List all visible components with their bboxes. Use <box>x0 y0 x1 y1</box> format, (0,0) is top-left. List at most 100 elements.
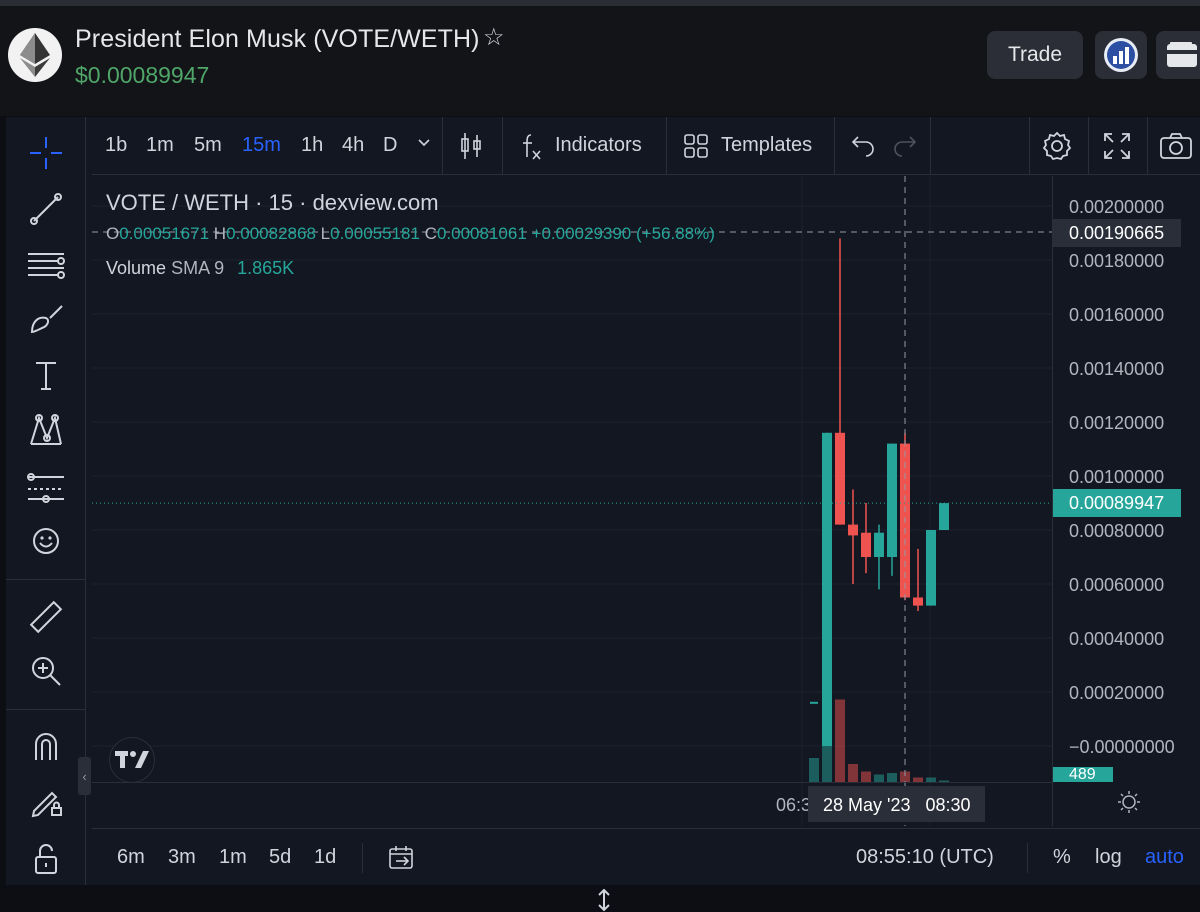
brush-icon[interactable] <box>26 300 66 340</box>
unlock-icon[interactable] <box>26 839 66 879</box>
volume-bar <box>848 764 858 782</box>
open-value: 0.00051671 <box>119 224 210 243</box>
candle-body <box>835 432 845 525</box>
chart-toolbar: 1b 1m 5m 15m 1h 4h D Indicators Template… <box>92 117 1200 175</box>
candle-body <box>887 443 897 557</box>
fx-icon[interactable] <box>519 131 543 167</box>
templates-button[interactable]: Templates <box>721 134 812 157</box>
resize-footer <box>0 886 1200 912</box>
toolbar-divider <box>362 843 363 873</box>
collapse-toolbar-button[interactable]: ‹ <box>78 757 91 795</box>
volume-bar <box>874 774 884 782</box>
toolbar-divider <box>502 117 503 175</box>
open-label: O <box>106 224 120 243</box>
tradingview-logo-icon[interactable] <box>109 737 155 783</box>
toolbar-divider <box>666 117 667 175</box>
interval-5m[interactable]: 5m <box>194 134 222 157</box>
price-axis[interactable]: 0.00200000 0.00180000 0.00160000 0.00140… <box>1052 176 1200 826</box>
low-value: 0.00055181 <box>330 224 420 243</box>
toolbar-divider <box>442 117 443 175</box>
trade-button[interactable]: Trade <box>987 31 1083 79</box>
text-tool-icon[interactable] <box>26 355 66 395</box>
horizontal-lines-icon[interactable] <box>26 244 66 284</box>
price-tick: 0.00060000 <box>1069 575 1165 595</box>
interval-d[interactable]: D <box>383 134 397 157</box>
range-1d[interactable]: 1d <box>314 846 336 869</box>
price-tick: −0.00000000 <box>1069 737 1175 757</box>
crosshair-price-label: 0.00190665 <box>1053 219 1181 247</box>
range-6m[interactable]: 6m <box>117 846 145 869</box>
drawing-toolbar <box>6 117 86 885</box>
zoom-in-icon[interactable] <box>26 651 66 691</box>
bottom-toolbar: 6m 3m 1m 5d 1d 08:55:10 (UTC) % log auto <box>92 828 1200 885</box>
toolbar-divider <box>6 709 86 710</box>
chevron-down-icon[interactable] <box>417 132 431 155</box>
volume-bar <box>809 758 819 782</box>
camera-icon[interactable] <box>1159 132 1193 166</box>
volume-bar <box>887 773 897 782</box>
settings-gear-icon[interactable] <box>1041 130 1073 168</box>
ruler-icon[interactable] <box>26 597 66 637</box>
candle-body <box>874 532 884 557</box>
interval-15m[interactable]: 15m <box>242 134 281 157</box>
range-5d[interactable]: 5d <box>269 846 291 869</box>
toolbar-divider <box>1147 117 1148 175</box>
interval-4h[interactable]: 4h <box>342 134 364 157</box>
interval-1m[interactable]: 1m <box>146 134 174 157</box>
price-tick: 0.00040000 <box>1069 629 1165 649</box>
ohlc-legend: O0.00051671 H0.00082868 L0.00055181 C0.0… <box>106 224 715 244</box>
emoji-icon[interactable] <box>26 521 66 561</box>
time-axis[interactable]: 06:3 28 May '23 08:30 <box>92 782 1052 826</box>
favorite-star-icon[interactable]: ☆ <box>483 23 505 52</box>
price-tick: 0.00160000 <box>1069 305 1165 325</box>
candles-icon[interactable] <box>459 131 483 167</box>
toolbar-divider <box>930 117 931 175</box>
range-1m[interactable]: 1m <box>219 846 247 869</box>
interval-1h[interactable]: 1h <box>301 134 323 157</box>
candle-body <box>913 597 923 606</box>
crosshair-icon[interactable] <box>26 133 66 173</box>
candle-body <box>848 524 858 536</box>
wallet-icon <box>1167 42 1197 67</box>
log-toggle[interactable]: log <box>1095 846 1122 869</box>
change-value: +0.00029390 (+56.88%) <box>531 224 715 243</box>
toolbar-divider <box>6 579 86 580</box>
candle-body <box>861 532 871 557</box>
trend-line-icon[interactable] <box>26 189 66 229</box>
go-to-date-icon[interactable] <box>388 845 416 877</box>
pattern-icon[interactable] <box>26 411 66 451</box>
percent-toggle[interactable]: % <box>1053 846 1071 869</box>
volume-value: 1.865K <box>237 258 295 278</box>
volume-legend: Volume SMA 9 1.865K <box>106 258 294 279</box>
utc-clock[interactable]: 08:55:10 (UTC) <box>856 846 994 869</box>
price-tick: 0.00120000 <box>1069 413 1165 433</box>
toolbar-divider <box>1027 843 1028 873</box>
auto-toggle[interactable]: auto <box>1145 846 1184 869</box>
sma-label: SMA 9 <box>171 258 225 278</box>
resize-vertical-icon[interactable] <box>596 888 612 912</box>
volume-bar <box>861 771 871 782</box>
undo-icon[interactable] <box>850 133 876 163</box>
forecast-icon[interactable] <box>26 467 66 507</box>
magnet-icon[interactable] <box>26 727 66 767</box>
lock-drawings-icon[interactable] <box>26 781 66 821</box>
analytics-button[interactable] <box>1095 31 1147 79</box>
interval-1b[interactable]: 1b <box>105 134 127 157</box>
price-tick: 0.00020000 <box>1069 683 1165 703</box>
price-tick: 0.00200000 <box>1069 197 1165 217</box>
price-tick: 0.00180000 <box>1069 251 1165 271</box>
ethereum-logo-icon <box>8 28 62 82</box>
pair-header: President Elon Musk (VOTE/WETH) ☆ $0.000… <box>0 6 1200 116</box>
close-value: 0.00081061 <box>436 224 527 243</box>
high-value: 0.00082868 <box>226 224 316 243</box>
templates-icon[interactable] <box>683 133 709 165</box>
volume-bar <box>835 699 845 782</box>
range-3m[interactable]: 3m <box>168 846 196 869</box>
brightness-icon[interactable] <box>1117 790 1141 819</box>
wallet-button[interactable] <box>1156 31 1200 79</box>
volume-tag: 489 <box>1053 767 1113 782</box>
indicators-button[interactable]: Indicators <box>555 134 642 157</box>
candle-body <box>926 530 936 606</box>
redo-icon[interactable] <box>892 133 918 163</box>
fullscreen-icon[interactable] <box>1103 132 1131 166</box>
